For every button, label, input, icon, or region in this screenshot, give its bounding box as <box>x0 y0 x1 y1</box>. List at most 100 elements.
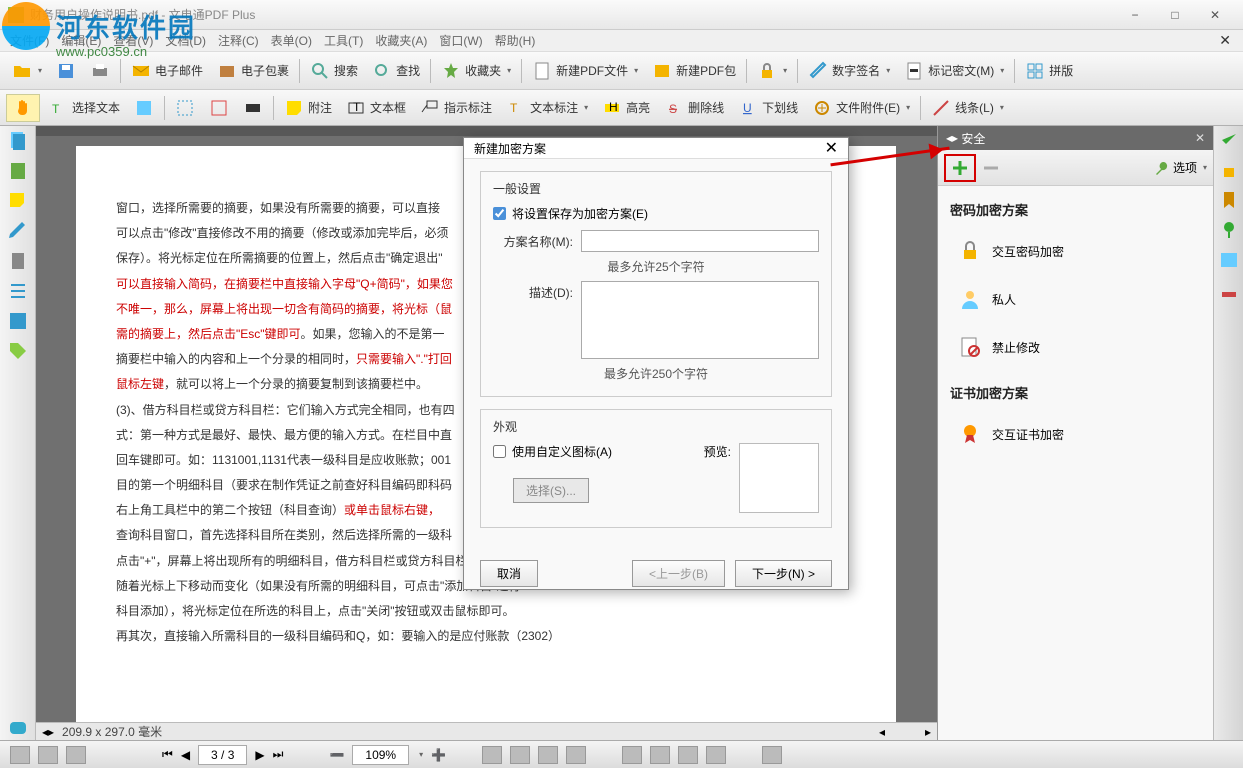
tile-button[interactable]: 拼版 <box>1019 58 1079 84</box>
group-certificate: 证书加密方案 <box>950 383 1201 402</box>
fit-width-button[interactable] <box>482 746 502 764</box>
search-button[interactable]: 搜索 <box>304 58 364 84</box>
edit-icon[interactable] <box>7 220 29 242</box>
hand-tool[interactable] <box>6 94 40 122</box>
chat-icon[interactable] <box>7 718 29 740</box>
tags-icon[interactable] <box>7 340 29 362</box>
menu-comment[interactable]: 注释(C) <box>214 32 263 49</box>
textbox-tool[interactable]: T文本框 <box>340 95 412 121</box>
menu-favorites[interactable]: 收藏夹(A) <box>371 32 431 49</box>
check-icon[interactable] <box>1219 130 1239 150</box>
scheme-private[interactable]: 私人 <box>950 283 1201 315</box>
dialog-close-icon[interactable]: ✕ <box>825 138 838 158</box>
last-page-button[interactable]: ⏭ <box>273 747 284 762</box>
textmark-tool[interactable]: T文本标注▾ <box>500 95 594 121</box>
security-panel: ◂▸ 安全 ✕ 选项▾ 密码加密方案 交互密码加密 私人 禁止修改 证书加密方案… <box>937 126 1243 740</box>
note-tool[interactable]: 附注 <box>278 95 338 121</box>
options-button[interactable]: 选项▾ <box>1153 159 1207 176</box>
rotate-ccw-button[interactable] <box>538 746 558 764</box>
maximize-button[interactable]: □ <box>1155 4 1195 26</box>
fullscreen-button[interactable] <box>762 746 782 764</box>
attachments-icon[interactable] <box>7 250 29 272</box>
cancel-button[interactable]: 取消 <box>480 560 538 587</box>
line-tool[interactable]: 线条(L)▾ <box>925 95 1010 121</box>
menu-tools[interactable]: 工具(T) <box>320 32 367 49</box>
layers-icon[interactable] <box>7 310 29 332</box>
new-pdf-button[interactable]: 新建PDF文件▾ <box>526 58 644 84</box>
toolbar-annotate: T选择文本 附注 T文本框 指示标注 T文本标注▾ H高亮 S删除线 U下划线 … <box>0 90 1243 126</box>
file-attachment-tool[interactable]: 文件附件(E)▾ <box>806 95 916 121</box>
fit-page-button[interactable] <box>510 746 530 764</box>
bookmarks-icon[interactable] <box>7 160 29 182</box>
underline-tool[interactable]: U下划线 <box>732 95 804 121</box>
menu-edit[interactable]: 编辑(E) <box>57 32 105 49</box>
image-icon[interactable] <box>1219 250 1239 270</box>
continuous-button[interactable] <box>650 746 670 764</box>
scheme-desc-input[interactable] <box>581 281 819 359</box>
scheme-no-modify[interactable]: 禁止修改 <box>950 331 1201 363</box>
status-view3[interactable] <box>66 746 86 764</box>
outline-icon[interactable] <box>7 280 29 302</box>
svg-text:S: S <box>669 102 677 116</box>
menu-view[interactable]: 查看(V) <box>109 32 157 49</box>
menu-form[interactable]: 表单(O) <box>267 32 316 49</box>
zoom-field[interactable]: 109% <box>352 745 409 765</box>
new-pdf-package-button[interactable]: 新建PDF包 <box>646 58 742 84</box>
highlight-tool[interactable]: H高亮 <box>596 95 656 121</box>
scheme-interactive-password[interactable]: 交互密码加密 <box>950 235 1201 267</box>
facing-button[interactable] <box>678 746 698 764</box>
pin-icon[interactable] <box>1219 220 1239 240</box>
epackage-button[interactable]: 电子包裹 <box>211 58 295 84</box>
rotate-cw-button[interactable] <box>566 746 586 764</box>
prev-page-button[interactable]: ◀ <box>181 748 190 762</box>
comments-icon[interactable] <box>7 190 29 212</box>
crop-tool[interactable] <box>169 95 201 121</box>
mark-secret-button[interactable]: 标记密文(M)▾ <box>898 58 1010 84</box>
callout-tool[interactable]: 指示标注 <box>414 95 498 121</box>
favorites-button[interactable]: 收藏夹▾ <box>435 58 517 84</box>
stamp-icon[interactable] <box>1219 280 1239 300</box>
close-button[interactable]: ✕ <box>1195 4 1235 26</box>
zoom-in-button[interactable]: ➕ <box>431 748 446 762</box>
panel-toolbar: 选项▾ <box>938 150 1213 186</box>
continuous-facing-button[interactable] <box>706 746 726 764</box>
group-password: 密码加密方案 <box>950 200 1201 219</box>
open-button[interactable]: ▾ <box>6 58 48 84</box>
pages-icon[interactable] <box>7 130 29 152</box>
snapshot-tool[interactable] <box>128 95 160 121</box>
minimize-button[interactable]: − <box>1115 4 1155 26</box>
menu-document[interactable]: 文档(D) <box>161 32 210 49</box>
custom-icon-checkbox[interactable] <box>493 445 506 458</box>
zoom-out-button[interactable]: ➖ <box>329 748 344 762</box>
bookmark-icon[interactable] <box>1219 190 1239 210</box>
scheme-interactive-cert[interactable]: 交互证书加密 <box>950 418 1201 450</box>
strikethrough-tool[interactable]: S删除线 <box>658 95 730 121</box>
status-view1[interactable] <box>10 746 30 764</box>
next-page-button[interactable]: ▶ <box>255 748 264 762</box>
first-page-button[interactable]: ⏮ <box>162 747 173 762</box>
add-scheme-button[interactable] <box>944 154 976 182</box>
menu-file[interactable]: 文件(F) <box>6 32 53 49</box>
save-button[interactable] <box>50 58 82 84</box>
delete-scheme-button[interactable] <box>982 159 1000 177</box>
scheme-name-input[interactable] <box>581 230 819 252</box>
find-button[interactable]: 查找 <box>366 58 426 84</box>
email-button[interactable]: 电子邮件 <box>125 58 209 84</box>
mdi-close-icon[interactable]: ✕ <box>1215 32 1235 49</box>
print-button[interactable] <box>84 58 116 84</box>
save-as-scheme-checkbox[interactable] <box>493 207 506 220</box>
horizontal-scroll[interactable]: ◂▸209.9 x 297.0 毫米 ◂▸ <box>36 722 937 740</box>
lock-button[interactable]: ▾ <box>751 58 793 84</box>
link-tool[interactable] <box>203 95 235 121</box>
panel-close-icon[interactable]: ✕ <box>1195 131 1205 145</box>
menu-window[interactable]: 窗口(W) <box>435 32 486 49</box>
sign-button[interactable]: 数字签名▾ <box>802 58 896 84</box>
redact-tool[interactable] <box>237 95 269 121</box>
single-page-button[interactable] <box>622 746 642 764</box>
status-view2[interactable] <box>38 746 58 764</box>
select-text-tool[interactable]: T选择文本 <box>42 95 126 121</box>
security-icon[interactable] <box>1219 160 1239 180</box>
menu-help[interactable]: 帮助(H) <box>491 32 540 49</box>
page-field[interactable]: 3 / 3 <box>198 745 247 765</box>
next-step-button[interactable]: 下一步(N) > <box>735 560 832 587</box>
